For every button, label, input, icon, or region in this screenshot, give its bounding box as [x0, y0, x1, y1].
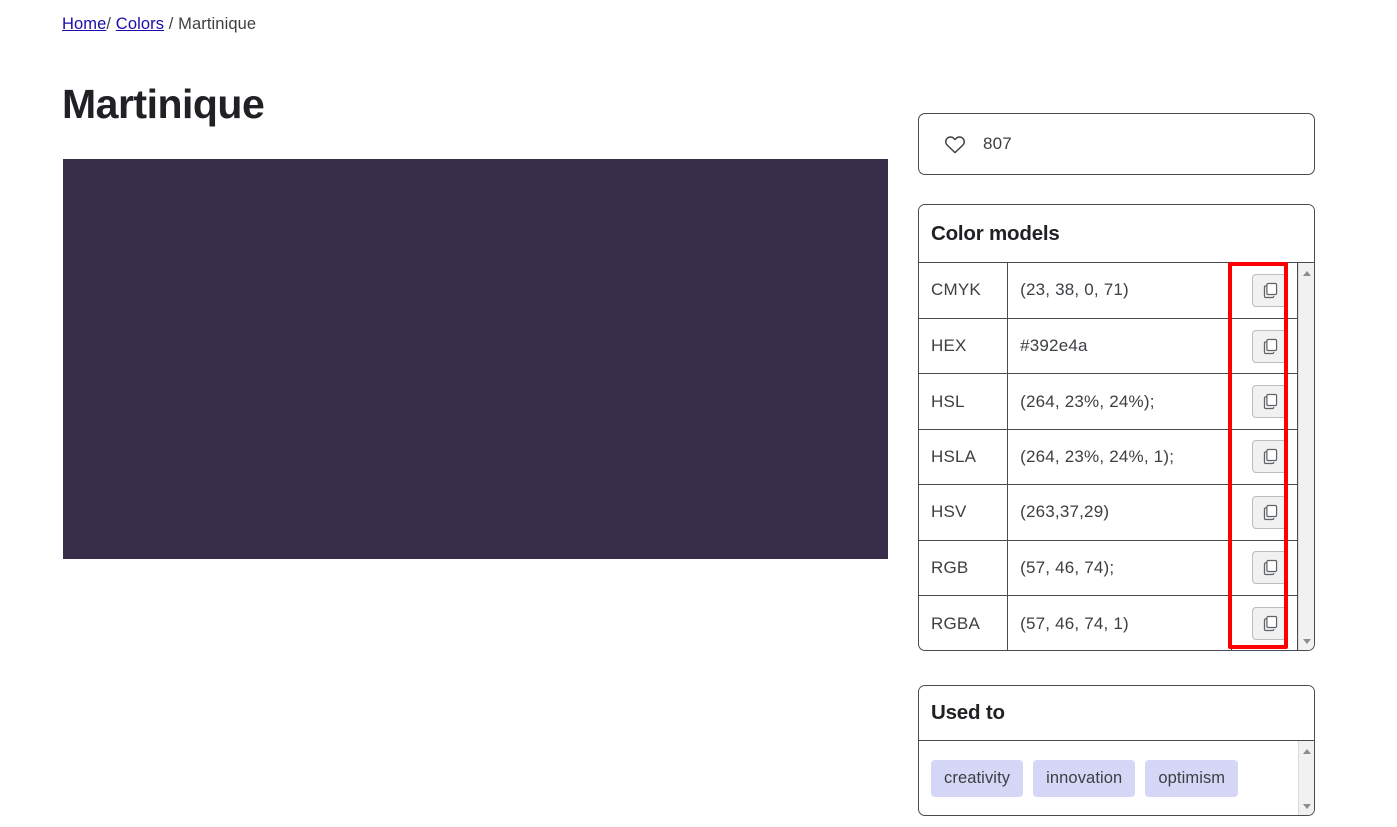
color-model-value: (264, 23%, 24%); [1007, 373, 1232, 430]
color-model-value: (264, 23%, 24%, 1); [1007, 429, 1232, 486]
table-row: HSV (263,37,29) [919, 484, 1299, 541]
color-model-name: HSLA [919, 429, 1009, 486]
color-model-value: (57, 46, 74); [1007, 540, 1232, 597]
copy-button[interactable] [1252, 495, 1289, 529]
copy-cell [1231, 318, 1299, 375]
table-row: RGB (57, 46, 74); [919, 540, 1299, 597]
color-detail-page: Home/ Colors / Martinique Martinique 807… [0, 0, 1397, 827]
copy-icon [1262, 448, 1279, 465]
likes-panel[interactable]: 807 [918, 113, 1315, 175]
used-to-heading: Used to [919, 686, 1314, 741]
breadcrumb-separator-1: / [106, 15, 112, 33]
color-model-name: HSV [919, 484, 1009, 541]
breadcrumb-separator-2: / [168, 15, 174, 33]
color-model-name: HEX [919, 318, 1009, 375]
scroll-down-arrow-icon[interactable] [1299, 633, 1314, 649]
color-model-name: CMYK [919, 263, 1009, 319]
table-row: HEX #392e4a [919, 318, 1299, 375]
color-model-value: (263,37,29) [1007, 484, 1232, 541]
color-model-value: #392e4a [1007, 318, 1232, 375]
color-models-panel: Color models CMYK (23, 38, 0, 71) HEX #392e… [918, 204, 1315, 651]
table-row: HSLA (264, 23%, 24%, 1); [919, 429, 1299, 486]
copy-icon [1262, 559, 1279, 576]
breadcrumb-current: Martinique [178, 15, 257, 33]
used-to-tag[interactable]: optimism [1145, 760, 1239, 797]
copy-cell [1231, 540, 1299, 597]
color-model-name: HSL [919, 373, 1009, 430]
copy-button[interactable] [1252, 385, 1289, 419]
copy-cell [1231, 429, 1299, 486]
breadcrumb-link-colors[interactable]: Colors [116, 15, 164, 33]
color-models-scroll-area: CMYK (23, 38, 0, 71) HEX #392e4a HSL (264, 23… [919, 263, 1314, 650]
color-swatch [63, 159, 888, 559]
used-to-scroll-area: creativity innovation optimism [919, 741, 1314, 815]
copy-button[interactable] [1252, 551, 1289, 585]
scroll-up-arrow-icon[interactable] [1299, 743, 1314, 759]
table-row: RGBA (57, 46, 74, 1) [919, 595, 1299, 650]
breadcrumb: Home/ Colors / Martinique [62, 15, 256, 34]
likes-count: 807 [983, 134, 1012, 153]
used-to-scrollbar[interactable] [1298, 741, 1314, 815]
copy-button[interactable] [1252, 329, 1289, 363]
table-row: CMYK (23, 38, 0, 71) [919, 263, 1299, 319]
color-models-table: CMYK (23, 38, 0, 71) HEX #392e4a HSL (264, 23… [919, 263, 1299, 650]
breadcrumb-link-home[interactable]: Home [62, 15, 106, 33]
scroll-up-arrow-icon[interactable] [1299, 265, 1314, 281]
used-to-tag[interactable]: creativity [931, 760, 1024, 797]
copy-button[interactable] [1252, 607, 1289, 641]
copy-button[interactable] [1252, 440, 1289, 474]
color-model-name: RGBA [919, 595, 1009, 650]
copy-icon [1262, 393, 1279, 410]
color-models-scrollbar[interactable] [1298, 263, 1314, 650]
copy-icon [1262, 282, 1279, 299]
used-to-tag[interactable]: innovation [1033, 760, 1136, 797]
scroll-down-arrow-icon[interactable] [1299, 798, 1314, 814]
color-model-value: (57, 46, 74, 1) [1007, 595, 1232, 650]
table-row: HSL (264, 23%, 24%); [919, 373, 1299, 430]
page-title: Martinique [62, 81, 265, 127]
copy-button[interactable] [1252, 273, 1289, 307]
copy-icon [1262, 338, 1279, 355]
color-model-value: (23, 38, 0, 71) [1007, 263, 1232, 319]
copy-cell [1231, 263, 1299, 319]
copy-cell [1231, 373, 1299, 430]
heart-icon [944, 134, 966, 154]
copy-cell [1231, 595, 1299, 650]
used-to-panel: Used to creativity innovation optimism [918, 685, 1315, 816]
copy-icon [1262, 615, 1279, 632]
copy-cell [1231, 484, 1299, 541]
copy-icon [1262, 504, 1279, 521]
color-model-name: RGB [919, 540, 1009, 597]
color-models-heading: Color models [919, 205, 1314, 263]
used-to-tag-list: creativity innovation optimism [919, 741, 1298, 815]
